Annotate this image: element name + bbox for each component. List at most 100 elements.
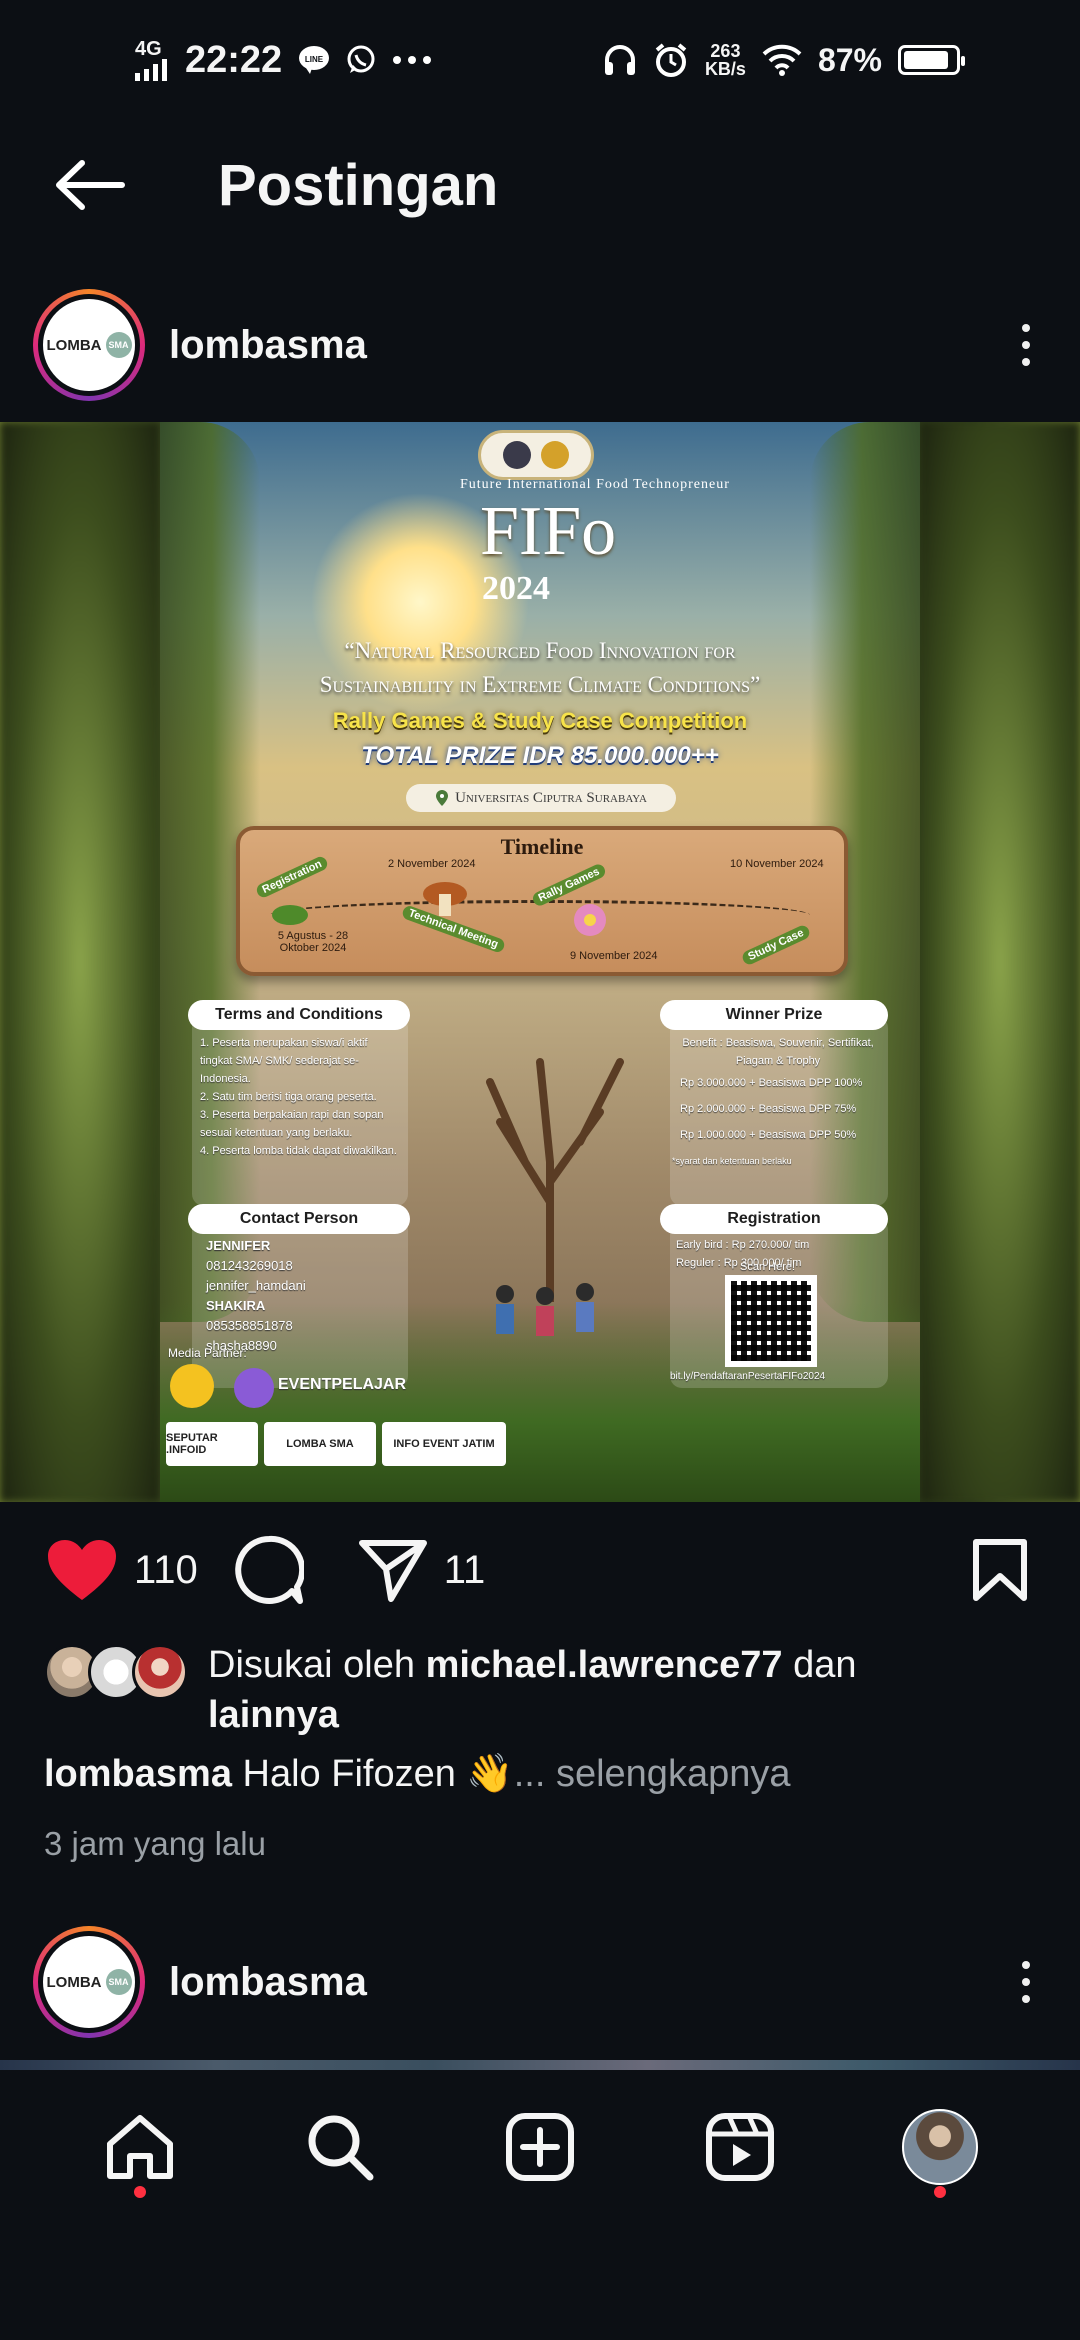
partner-logo [170,1364,214,1408]
search-icon [308,2115,374,2181]
nav-create[interactable] [495,2102,585,2192]
home-icon [107,2115,173,2179]
line-app-icon: LINE [299,46,330,74]
heart-filled-icon[interactable] [46,1538,118,1602]
partner-event-pelajar: EVENTPELAJAR [278,1376,407,1393]
post-username[interactable]: lombasma [169,1960,996,2005]
poster-institution-logos [478,430,594,480]
status-left: 4G 22:22 LINE [135,39,432,82]
clock: 22:22 [185,38,283,81]
children-running-illustration [496,1283,594,1336]
post-options-button[interactable] [996,305,1056,385]
post-timestamp: 3 jam yang lalu [44,1825,266,1862]
more-dot [1022,1961,1030,1969]
page-title: Postingan [218,152,499,218]
status-bar: 4G 22:22 LINE 263 KB/s 87% [0,0,1080,120]
contact-line: jennifer_hamdani [206,1278,306,1293]
avatar-logo-badge: SMA [105,332,132,358]
comment-button[interactable] [234,1535,304,1605]
caption-username[interactable]: lombasma [44,1753,232,1795]
post-username[interactable]: lombasma [169,323,996,368]
notification-dot [134,2186,146,2198]
prize-second: Rp 2.000.000 + Beasiswa DPP 75% [680,1103,857,1115]
dry-tree-illustration [486,1058,624,1302]
next-post-header: LOMBA SMA lombasma [0,1912,1080,2052]
top-bar: Postingan [0,120,1080,250]
battery-icon [898,45,965,75]
avatar-logo: LOMBA SMA [43,299,135,391]
nav-search[interactable] [295,2102,385,2192]
network-speed: 263 KB/s [705,42,746,78]
registration-title: Registration [660,1204,888,1234]
prize-title: Winner Prize [660,1000,888,1030]
poster-theme: “Natural Resourced Food Innovation for S… [220,634,860,702]
post-image[interactable]: Future International Food Technopreneur … [0,422,1080,1502]
avatar[interactable]: LOMBA SMA [33,1926,145,2038]
leaf-icon [272,905,308,925]
liked-by-text: Disukai oleh michael.lawrence77 dan lain… [208,1644,857,1736]
registration-link: bit.ly/PendaftaranPesertaFIFo2024 [670,1371,826,1382]
terms-list: 1. Peserta merupakan siswa/i aktif tingk… [200,1034,402,1160]
like-count[interactable]: 110 [134,1548,198,1593]
more-dot [1022,358,1030,366]
more-dot [1022,1978,1030,1986]
liked-by-user[interactable]: michael.lawrence77 [426,1644,783,1686]
prize-third: Rp 1.000.000 + Beasiswa DPP 50% [680,1129,857,1141]
timeline-title: Timeline [500,834,584,859]
nav-home[interactable] [95,2102,185,2198]
reels-icon [706,2113,774,2181]
poster-arc-title: Future International Food Technopreneur [460,477,730,492]
timeline-study-date: 10 November 2024 [730,858,824,870]
partner-logo [234,1368,274,1408]
terms-item: 4. Peserta lomba tidak dapat diwakilkan. [200,1145,397,1157]
prize-note: *syarat dan ketentuan berlaku [672,1156,792,1166]
comment-icon [235,1535,304,1604]
mushroom-icon [423,882,467,916]
terms-item: 1. Peserta merupakan siswa/i aktif tingk… [200,1037,368,1085]
poster-location-text: Universitas Ciputra Surabaya [455,789,647,806]
notification-dot [934,2186,946,2198]
bottom-navigation [0,2070,1080,2224]
status-right: 263 KB/s 87% [603,42,965,79]
wifi-icon [762,44,802,76]
create-icon [506,2113,574,2181]
battery-level [904,51,948,69]
timeline-tm-date: 2 November 2024 [388,858,476,870]
save-button[interactable] [972,1538,1028,1602]
nav-reels[interactable] [695,2102,785,2192]
post-caption: lombasma Halo Fifozen 👋... selengkapnya [44,1752,1044,1796]
poster-theme-line1: “Natural Resourced Food Innovation for [344,638,736,663]
liked-by-others[interactable]: lainnya [208,1694,339,1736]
signal-indicator: 4G [135,39,169,81]
next-post-image-peek[interactable] [0,2060,1080,2070]
poster-title: FIFo [480,493,617,570]
contact-list: JENNIFER 081243269018 jennifer_hamdani S… [206,1236,406,1356]
terms-title: Terms and Conditions [188,1000,410,1030]
post-options-button[interactable] [996,1942,1056,2022]
poster-total-prize: TOTAL PRIZE IDR 85.000.000++ [361,742,719,769]
image-blur-left [0,422,160,1502]
alarm-icon [655,43,687,77]
institution-logo [503,441,531,469]
avatar[interactable]: LOMBA SMA [33,289,145,401]
contact-title: Contact Person [188,1204,410,1234]
prize-benefit: Benefit : Beasiswa, Souvenir, Sertifikat… [682,1037,874,1067]
send-icon[interactable] [358,1537,428,1603]
signal-bars-icon [135,59,167,81]
location-pin-icon [436,790,449,806]
timeline-rally-date: 9 November 2024 [570,950,658,962]
more-notifications-icon [393,56,432,64]
share-count[interactable]: 11 [444,1548,486,1593]
headphones-icon [604,45,635,75]
caption-more-link[interactable]: ... selengkapnya [514,1753,791,1795]
nav-profile[interactable] [895,2102,985,2198]
contact-whatsapp: 081243269018 [206,1258,293,1273]
registration-qr-code [725,1275,817,1367]
back-button[interactable] [40,135,140,235]
avatar-logo: LOMBA SMA [43,1936,135,2028]
partner-lomba-sma: LOMBA SMA [264,1422,376,1466]
flower-icon [574,904,606,936]
more-dot [1022,324,1030,332]
arrow-left-icon [56,160,125,210]
liked-by-row[interactable]: Disukai oleh michael.lawrence77 dan lain… [44,1640,1044,1740]
